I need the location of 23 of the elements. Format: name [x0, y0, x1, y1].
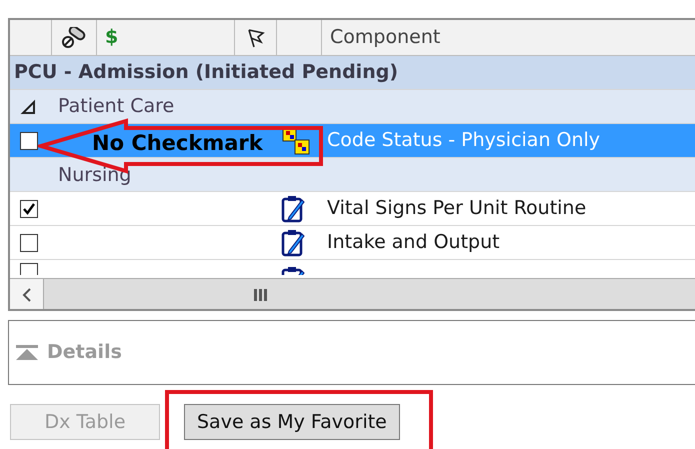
flag-icon [246, 28, 266, 48]
callout-label: No Checkmark [92, 130, 263, 157]
category-label[interactable]: Patient Care [58, 92, 174, 121]
pill-icon [61, 26, 87, 48]
clipboard-icon [281, 194, 305, 222]
order-name: Code Status - Physician Only [327, 128, 600, 154]
checkbox[interactable] [20, 200, 38, 218]
scroll-left-icon[interactable] [20, 287, 32, 303]
save-button[interactable]: Save as My Favorite [184, 404, 400, 440]
order-name: Vital Signs Per Unit Routine [327, 196, 586, 222]
checkbox[interactable] [20, 234, 38, 252]
column-header[interactable]: Component [330, 23, 440, 52]
scroll-grip-icon[interactable] [252, 288, 268, 302]
checkbox[interactable] [20, 132, 38, 150]
order-row[interactable]: Intake and Output [10, 226, 695, 260]
dollar-sign: $ [105, 25, 118, 50]
clipboard-icon [281, 228, 305, 256]
expanded-icon[interactable] [20, 98, 36, 114]
section-title: Details [47, 340, 122, 366]
order-name: Intake and Output [327, 230, 500, 256]
collapse-icon[interactable] [15, 344, 39, 362]
order-row[interactable]: Vital Signs Per Unit Routine [10, 192, 695, 226]
category-label[interactable]: Nursing [58, 160, 132, 189]
